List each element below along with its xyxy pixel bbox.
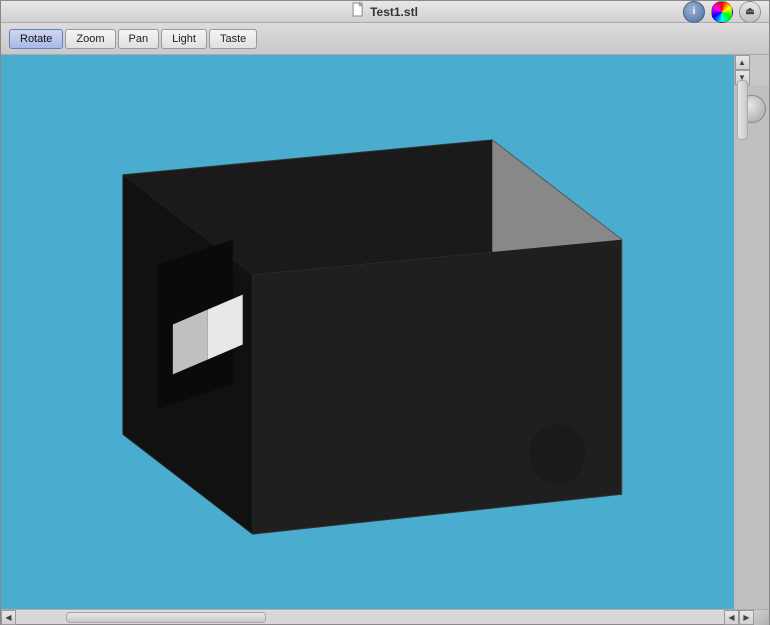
stl-model (1, 55, 734, 609)
bottom-scroll-track[interactable] (16, 611, 724, 624)
zoom-button[interactable]: Zoom (65, 29, 115, 49)
scroll-right-arrow-2[interactable]: ▶ (739, 610, 754, 625)
resize-corner (754, 610, 769, 625)
light-button[interactable]: Light (161, 29, 207, 49)
title-right-icons: i ⏏ (683, 1, 761, 23)
app-window: Test1.stl i ⏏ Rotate Zoom Pan Light Tast… (0, 0, 770, 625)
right-section: ▲ ▼ (734, 55, 769, 609)
scroll-left-arrow[interactable]: ◀ (1, 610, 16, 625)
document-icon (352, 2, 366, 21)
info-label: i (693, 6, 696, 17)
3d-viewport[interactable] (1, 55, 734, 609)
window-title-area: Test1.stl (352, 2, 418, 21)
horizontal-scrollbar: ◀ ◀ ▶ (1, 609, 769, 624)
vertical-scrollbar: ▲ ▼ (734, 55, 749, 85)
color-button[interactable] (711, 1, 733, 23)
action-label: ⏏ (745, 6, 754, 17)
bottom-scroll-thumb[interactable] (66, 612, 266, 623)
info-button[interactable]: i (683, 1, 705, 23)
window-title: Test1.stl (370, 5, 418, 19)
toolbar: Rotate Zoom Pan Light Taste (1, 23, 769, 55)
taste-button[interactable]: Taste (209, 29, 257, 49)
action-button[interactable]: ⏏ (739, 1, 761, 23)
pan-button[interactable]: Pan (118, 29, 160, 49)
scroll-thumb[interactable] (737, 80, 748, 140)
scroll-right-arrow-1[interactable]: ◀ (724, 610, 739, 625)
side-widget (734, 85, 769, 609)
title-bar: Test1.stl i ⏏ (1, 1, 769, 23)
scroll-up-arrow[interactable]: ▲ (735, 55, 750, 70)
rotate-button[interactable]: Rotate (9, 29, 63, 49)
content-area: ▲ ▼ (1, 55, 769, 609)
